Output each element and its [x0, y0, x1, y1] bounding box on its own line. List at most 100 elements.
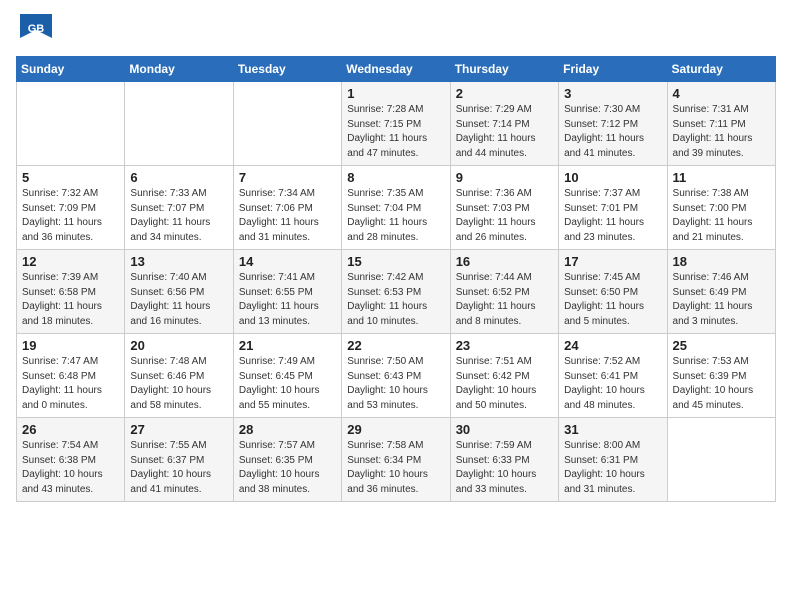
day-number: 12: [22, 254, 119, 269]
day-info: Sunrise: 7:58 AM Sunset: 6:34 PM Dayligh…: [347, 439, 444, 497]
day-number: 21: [239, 338, 336, 353]
calendar-cell: 18 Sunrise: 7:46 AM Sunset: 6:49 PM Dayli…: [667, 250, 775, 334]
calendar-cell: 29 Sunrise: 7:58 AM Sunset: 6:34 PM Dayli…: [342, 418, 450, 502]
day-info: Sunrise: 7:49 AM Sunset: 6:45 PM Dayligh…: [239, 355, 336, 413]
day-number: 1: [347, 86, 444, 101]
day-info: Sunrise: 7:47 AM Sunset: 6:48 PM Dayligh…: [22, 355, 119, 413]
day-info: Sunrise: 7:59 AM Sunset: 6:33 PM Dayligh…: [456, 439, 553, 497]
day-info: Sunrise: 7:40 AM Sunset: 6:56 PM Dayligh…: [130, 271, 227, 329]
day-number: 4: [673, 86, 770, 101]
day-number: 19: [22, 338, 119, 353]
day-number: 3: [564, 86, 661, 101]
day-info: Sunrise: 7:29 AM Sunset: 7:14 PM Dayligh…: [456, 103, 553, 161]
calendar-cell: 26 Sunrise: 7:54 AM Sunset: 6:38 PM Dayli…: [17, 418, 125, 502]
calendar-cell: 20 Sunrise: 7:48 AM Sunset: 6:46 PM Dayli…: [125, 334, 233, 418]
day-info: Sunrise: 7:38 AM Sunset: 7:00 PM Dayligh…: [673, 187, 770, 245]
calendar-cell: 24 Sunrise: 7:52 AM Sunset: 6:41 PM Dayli…: [559, 334, 667, 418]
day-info: Sunrise: 7:44 AM Sunset: 6:52 PM Dayligh…: [456, 271, 553, 329]
day-number: 31: [564, 422, 661, 437]
day-number: 8: [347, 170, 444, 185]
logo: GB: [16, 10, 58, 48]
day-number: 13: [130, 254, 227, 269]
day-info: Sunrise: 7:41 AM Sunset: 6:55 PM Dayligh…: [239, 271, 336, 329]
week-row-3: 12 Sunrise: 7:39 AM Sunset: 6:58 PM Dayli…: [17, 250, 776, 334]
calendar-cell: 3 Sunrise: 7:30 AM Sunset: 7:12 PM Daylig…: [559, 82, 667, 166]
day-number: 2: [456, 86, 553, 101]
day-info: Sunrise: 7:36 AM Sunset: 7:03 PM Dayligh…: [456, 187, 553, 245]
day-number: 9: [456, 170, 553, 185]
calendar-cell: 2 Sunrise: 7:29 AM Sunset: 7:14 PM Daylig…: [450, 82, 558, 166]
calendar-cell: [125, 82, 233, 166]
calendar-cell: 25 Sunrise: 7:53 AM Sunset: 6:39 PM Dayli…: [667, 334, 775, 418]
calendar-cell: 23Sunrise: 7:51 AM Sunset: 6:42 PM Dayli…: [450, 334, 558, 418]
calendar-cell: [667, 418, 775, 502]
day-info: Sunrise: 7:32 AM Sunset: 7:09 PM Dayligh…: [22, 187, 119, 245]
calendar-cell: 31 Sunrise: 8:00 AM Sunset: 6:31 PM Dayli…: [559, 418, 667, 502]
calendar-cell: 8 Sunrise: 7:35 AM Sunset: 7:04 PM Daylig…: [342, 166, 450, 250]
calendar-cell: 4 Sunrise: 7:31 AM Sunset: 7:11 PM Daylig…: [667, 82, 775, 166]
svg-text:GB: GB: [28, 23, 45, 35]
calendar-cell: 19 Sunrise: 7:47 AM Sunset: 6:48 PM Dayli…: [17, 334, 125, 418]
calendar-cell: [17, 82, 125, 166]
day-info: Sunrise: 7:42 AM Sunset: 6:53 PM Dayligh…: [347, 271, 444, 329]
calendar-cell: 28Sunrise: 7:57 AM Sunset: 6:35 PM Dayli…: [233, 418, 341, 502]
day-info: Sunrise: 7:39 AM Sunset: 6:58 PM Dayligh…: [22, 271, 119, 329]
weekday-header-tuesday: Tuesday: [233, 57, 341, 82]
day-info: Sunrise: 8:00 AM Sunset: 6:31 PM Dayligh…: [564, 439, 661, 497]
calendar-cell: 30 Sunrise: 7:59 AM Sunset: 6:33 PM Dayli…: [450, 418, 558, 502]
calendar-cell: 11 Sunrise: 7:38 AM Sunset: 7:00 PM Dayli…: [667, 166, 775, 250]
day-number: 25: [673, 338, 770, 353]
calendar-cell: 17Sunrise: 7:45 AM Sunset: 6:50 PM Dayli…: [559, 250, 667, 334]
day-info: Sunrise: 7:50 AM Sunset: 6:43 PM Dayligh…: [347, 355, 444, 413]
day-number: 20: [130, 338, 227, 353]
week-row-5: 26 Sunrise: 7:54 AM Sunset: 6:38 PM Dayli…: [17, 418, 776, 502]
day-info: Sunrise: 7:55 AM Sunset: 6:37 PM Dayligh…: [130, 439, 227, 497]
calendar-cell: 6 Sunrise: 7:33 AM Sunset: 7:07 PM Daylig…: [125, 166, 233, 250]
page-container: GB SundayMondayTuesdayWednesdayThursdayF…: [0, 0, 792, 512]
calendar-cell: 9 Sunrise: 7:36 AM Sunset: 7:03 PM Daylig…: [450, 166, 558, 250]
day-number: 30: [456, 422, 553, 437]
day-info: Sunrise: 7:31 AM Sunset: 7:11 PM Dayligh…: [673, 103, 770, 161]
calendar-cell: 7Sunrise: 7:34 AM Sunset: 7:06 PM Daylig…: [233, 166, 341, 250]
day-info: Sunrise: 7:30 AM Sunset: 7:12 PM Dayligh…: [564, 103, 661, 161]
day-number: 14: [239, 254, 336, 269]
calendar-cell: 13 Sunrise: 7:40 AM Sunset: 6:56 PM Dayli…: [125, 250, 233, 334]
day-number: 16: [456, 254, 553, 269]
weekday-header-monday: Monday: [125, 57, 233, 82]
day-number: 10: [564, 170, 661, 185]
weekday-header-wednesday: Wednesday: [342, 57, 450, 82]
day-number: 17: [564, 254, 661, 269]
day-info: Sunrise: 7:35 AM Sunset: 7:04 PM Dayligh…: [347, 187, 444, 245]
day-number: 28: [239, 422, 336, 437]
week-row-1: 1 Sunrise: 7:28 AM Sunset: 7:15 PM Daylig…: [17, 82, 776, 166]
day-number: 11: [673, 170, 770, 185]
day-info: Sunrise: 7:28 AM Sunset: 7:15 PM Dayligh…: [347, 103, 444, 161]
day-number: 18: [673, 254, 770, 269]
weekday-header-sunday: Sunday: [17, 57, 125, 82]
header: GB: [16, 10, 776, 48]
weekday-header-thursday: Thursday: [450, 57, 558, 82]
day-number: 24: [564, 338, 661, 353]
day-info: Sunrise: 7:53 AM Sunset: 6:39 PM Dayligh…: [673, 355, 770, 413]
day-info: Sunrise: 7:33 AM Sunset: 7:07 PM Dayligh…: [130, 187, 227, 245]
day-info: Sunrise: 7:48 AM Sunset: 6:46 PM Dayligh…: [130, 355, 227, 413]
day-info: Sunrise: 7:52 AM Sunset: 6:41 PM Dayligh…: [564, 355, 661, 413]
day-number: 5: [22, 170, 119, 185]
day-number: 26: [22, 422, 119, 437]
day-info: Sunrise: 7:46 AM Sunset: 6:49 PM Dayligh…: [673, 271, 770, 329]
calendar-cell: 10 Sunrise: 7:37 AM Sunset: 7:01 PM Dayli…: [559, 166, 667, 250]
day-number: 27: [130, 422, 227, 437]
weekday-header-saturday: Saturday: [667, 57, 775, 82]
calendar-table: SundayMondayTuesdayWednesdayThursdayFrid…: [16, 56, 776, 502]
day-info: Sunrise: 7:54 AM Sunset: 6:38 PM Dayligh…: [22, 439, 119, 497]
weekday-header-friday: Friday: [559, 57, 667, 82]
day-info: Sunrise: 7:37 AM Sunset: 7:01 PM Dayligh…: [564, 187, 661, 245]
day-number: 6: [130, 170, 227, 185]
day-number: 15: [347, 254, 444, 269]
week-row-4: 19 Sunrise: 7:47 AM Sunset: 6:48 PM Dayli…: [17, 334, 776, 418]
day-info: Sunrise: 7:34 AM Sunset: 7:06 PM Dayligh…: [239, 187, 336, 245]
day-number: 29: [347, 422, 444, 437]
week-row-2: 5 Sunrise: 7:32 AM Sunset: 7:09 PM Daylig…: [17, 166, 776, 250]
calendar-cell: 21 Sunrise: 7:49 AM Sunset: 6:45 PM Dayli…: [233, 334, 341, 418]
calendar-cell: 14 Sunrise: 7:41 AM Sunset: 6:55 PM Dayli…: [233, 250, 341, 334]
